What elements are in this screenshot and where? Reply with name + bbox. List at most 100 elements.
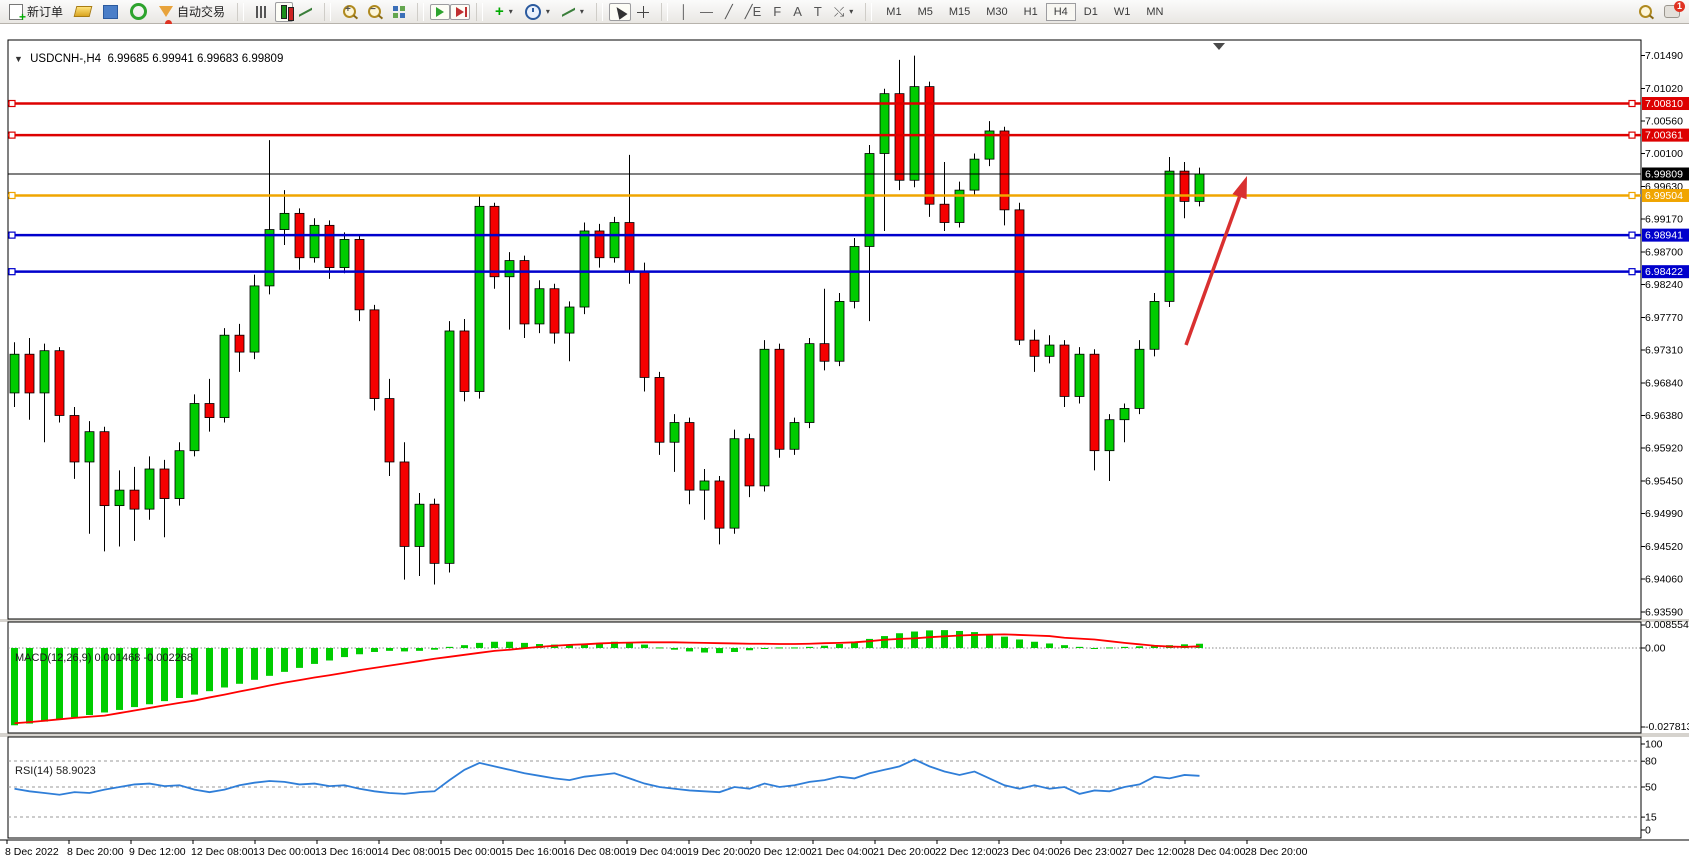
text-tool-button[interactable]: A [787,1,808,22]
price-tick-label: 6.94520 [1645,541,1683,553]
line-handle[interactable] [1629,132,1635,138]
rsi-axis-label: 100 [1645,739,1663,751]
line-handle[interactable] [9,232,15,238]
timeframe-button-M5[interactable]: M5 [910,3,941,21]
macd-histogram-bar [806,647,813,648]
bar-chart-button[interactable] [250,3,275,21]
macd-histogram-bar [326,648,333,661]
chart-shift-button[interactable] [450,4,470,20]
macd-histogram-bar [791,647,798,648]
time-tick-label: 13 Dec 16:00 [315,846,378,858]
time-tick-label: 21 Dec 04:00 [811,846,874,858]
auto-scroll-icon [436,7,444,17]
line-handle[interactable] [9,101,15,107]
price-badge-label: 7.00361 [1645,130,1683,142]
timeframe-button-H1[interactable]: H1 [1016,3,1046,21]
candle [100,432,109,506]
arrows-icon: ⤯ [834,4,844,20]
auto-scroll-button[interactable] [430,4,450,20]
arrows-tool-button[interactable]: ⤯▾ [828,1,859,23]
candle [625,223,634,272]
cursor-button[interactable] [609,3,631,21]
timeframe-button-MN[interactable]: MN [1138,3,1171,21]
tile-windows-button[interactable] [387,3,411,21]
candle [610,223,619,258]
panel-splitter[interactable] [0,733,1689,737]
macd-histogram-bar [821,646,828,648]
macd-histogram-bar [686,648,693,651]
signals-button[interactable] [124,0,153,23]
chevron-down-icon[interactable]: ▼ [14,54,23,64]
timeframe-button-M30[interactable]: M30 [978,3,1015,21]
candle [280,213,289,229]
templates-button[interactable]: ▾ [556,3,590,21]
timeframe-button-D1[interactable]: D1 [1076,3,1106,21]
price-tick-label: 6.94060 [1645,573,1683,585]
periods-button[interactable]: ▾ [519,1,556,23]
timeframe-button-M1[interactable]: M1 [878,3,909,21]
line-chart-button[interactable] [293,3,318,21]
gold-button[interactable] [69,3,97,20]
candle [1120,408,1129,419]
macd-histogram-bar [836,644,843,648]
candle [430,504,439,563]
fibonacci-tool-button[interactable]: F [767,1,787,22]
line-handle[interactable] [1629,101,1635,107]
candle [820,344,829,362]
toolbar-separator [476,3,483,21]
price-badge-label: 7.00810 [1645,98,1683,110]
zoom-in-button[interactable]: + [337,2,362,21]
timeframe-button-H4[interactable]: H4 [1046,3,1076,21]
macd-histogram-bar [401,648,408,651]
vline-tool-button[interactable]: │ [674,1,694,22]
zoom-out-button[interactable]: − [362,2,387,21]
label-tool-button[interactable]: T [808,1,828,22]
search-button[interactable] [1633,2,1658,21]
macd-histogram-bar [1016,639,1023,648]
auto-trade-button[interactable]: 自动交易 [153,0,231,23]
macd-histogram-bar [911,632,918,648]
macd-histogram-bar [1061,645,1068,648]
timeframe-button-W1[interactable]: W1 [1106,3,1139,21]
price-badge-label: 6.98422 [1645,266,1683,278]
candle [745,439,754,486]
rsi-axis-label: 50 [1645,782,1657,794]
time-tick-label: 19 Dec 04:00 [625,846,688,858]
candle [1015,210,1024,340]
macd-histogram-bar [986,634,993,648]
time-tick-label: 28 Dec 20:00 [1245,846,1308,858]
line-handle[interactable] [9,132,15,138]
crosshair-button[interactable] [631,3,655,21]
hline-tool-button[interactable]: — [694,1,719,22]
candle [1090,354,1099,450]
candlestick-icon [281,5,287,19]
line-handle[interactable] [9,192,15,198]
candlestick-chart-button[interactable] [275,2,293,22]
notifications-button[interactable]: 1 [1658,2,1686,21]
time-tick-label: 19 Dec 20:00 [687,846,750,858]
line-handle[interactable] [9,269,15,275]
line-chart-icon [299,6,312,18]
line-handle[interactable] [1629,269,1635,275]
time-tick-label: 23 Dec 04:00 [997,846,1060,858]
timeframe-button-M15[interactable]: M15 [941,3,978,21]
macd-histogram-bar [896,633,903,648]
line-handle[interactable] [1629,232,1635,238]
indicators-button[interactable]: +▾ [489,4,519,20]
macd-histogram-bar [1091,648,1098,649]
toolbar-separator [661,3,668,21]
candle [790,423,799,450]
price-chart-canvas[interactable]: 7.014907.010207.005607.001006.996306.991… [0,24,1689,861]
candle [370,310,379,399]
market-watch-button[interactable] [97,2,124,22]
macd-histogram-bar [746,648,753,650]
candle [205,404,214,418]
template-icon [562,6,575,18]
time-tick-label: 21 Dec 20:00 [873,846,936,858]
channel-tool-button[interactable]: ╱E [739,1,768,23]
new-order-button[interactable]: 新订单 [3,0,69,23]
candle [400,462,409,547]
macd-histogram-bar [941,630,948,648]
trendline-tool-button[interactable]: ╱ [719,1,739,23]
line-handle[interactable] [1629,192,1635,198]
